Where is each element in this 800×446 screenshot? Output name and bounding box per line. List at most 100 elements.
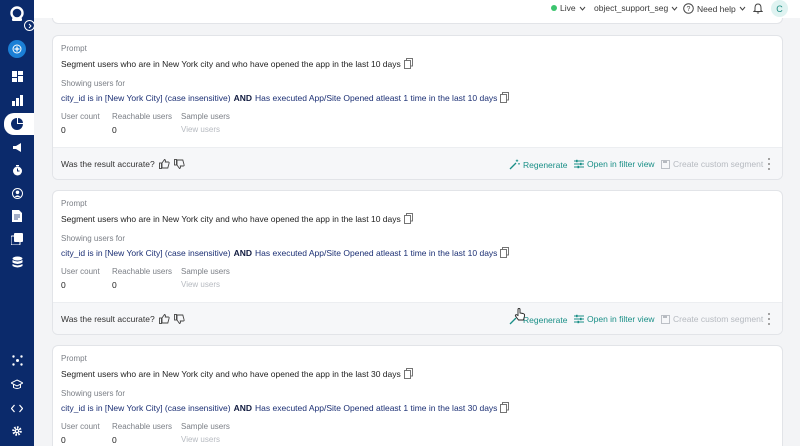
result-card: Prompt Segment users who are in New York… [52, 35, 783, 180]
result-card: Prompt Segment users who are in New York… [52, 190, 783, 335]
add-icon[interactable] [8, 40, 26, 58]
query-condition-1: city_id is in [New York City] (case inse… [61, 402, 231, 413]
query-operator: AND [233, 92, 253, 103]
copy-icon[interactable] [500, 402, 510, 413]
create-custom-segment-label: Create custom segment [673, 159, 764, 169]
dashboard-icon[interactable] [7, 66, 27, 86]
segments-icon[interactable] [7, 114, 27, 134]
card-footer: Was the result accurate? Regenerate Open… [53, 147, 782, 179]
reachable-users-value: 0 [112, 435, 117, 445]
prompt-text: Segment users who are in New York city a… [61, 368, 413, 379]
prompt-label: Prompt [61, 199, 87, 208]
feedback-label: Was the result accurate? [61, 159, 155, 169]
query-condition-2: Has executed App/Site Opened atleast 1 t… [255, 92, 498, 103]
result-card: Prompt Segment users who are in New York… [52, 345, 783, 446]
copy-icon[interactable] [500, 92, 510, 103]
help-icon: ? [683, 3, 694, 14]
filter-sliders-icon [574, 159, 584, 169]
query-condition-2: Has executed App/Site Opened atleast 1 t… [255, 402, 498, 413]
view-users-link[interactable]: View users [181, 125, 220, 134]
prompt-text: Segment users who are in New York city a… [61, 58, 413, 69]
developer-icon[interactable] [7, 398, 27, 418]
chevron-down-icon [671, 6, 678, 11]
card-footer: Was the result accurate? Regenerate Open… [53, 302, 782, 334]
prompt-value: Segment users who are in New York city a… [61, 368, 401, 379]
save-icon [661, 314, 670, 324]
segment-query: city_id is in [New York City] (case inse… [61, 92, 510, 103]
segment-query: city_id is in [New York City] (case inse… [61, 247, 510, 258]
prompt-label: Prompt [61, 354, 87, 363]
open-filter-view-button[interactable]: Open in filter view [574, 159, 655, 169]
copy-icon[interactable] [403, 368, 413, 379]
reachable-users-value: 0 [112, 280, 117, 290]
templates-icon[interactable] [7, 229, 27, 249]
prompt-value: Segment users who are in New York city a… [61, 213, 401, 224]
notifications-button[interactable] [753, 3, 763, 14]
sample-users-label: Sample users [181, 267, 230, 276]
sample-users-label: Sample users [181, 112, 230, 121]
feedback-question: Was the result accurate? [61, 314, 185, 324]
environment-label: Live [560, 3, 576, 13]
logo-icon[interactable] [9, 6, 25, 22]
regenerate-button[interactable]: Regenerate [509, 159, 567, 170]
chevron-down-icon [739, 6, 746, 11]
previous-card-edge [52, 18, 783, 24]
live-status-icon [551, 5, 557, 11]
thumbs-up-icon[interactable] [158, 314, 170, 324]
user-count-value: 0 [61, 280, 66, 290]
query-condition-1: city_id is in [New York City] (case inse… [61, 247, 231, 258]
more-options-icon[interactable] [766, 157, 772, 171]
open-filter-view-button[interactable]: Open in filter view [574, 314, 655, 324]
thumbs-up-icon[interactable] [158, 159, 170, 169]
showing-users-label: Showing users for [61, 389, 126, 398]
reachable-users-value: 0 [112, 125, 117, 135]
data-icon[interactable] [7, 252, 27, 272]
copy-icon[interactable] [403, 213, 413, 224]
user-count-value: 0 [61, 435, 66, 445]
thumbs-down-icon[interactable] [173, 159, 185, 169]
academy-icon[interactable] [7, 374, 27, 394]
integrations-icon[interactable] [7, 350, 27, 370]
open-filter-view-label: Open in filter view [587, 314, 655, 324]
help-label: Need help [697, 3, 736, 14]
showing-users-label: Showing users for [61, 79, 126, 88]
create-custom-segment-button[interactable]: Create custom segment [661, 314, 763, 324]
regenerate-label: Regenerate [523, 314, 568, 325]
query-operator: AND [233, 247, 253, 258]
flows-icon[interactable] [7, 160, 27, 180]
create-custom-segment-button[interactable]: Create custom segment [661, 159, 763, 169]
reports-icon[interactable] [7, 206, 27, 226]
reachable-users-label: Reachable users [112, 422, 173, 431]
showing-users-label: Showing users for [61, 234, 126, 243]
campaigns-icon[interactable] [7, 137, 27, 157]
hand-cursor-icon [514, 308, 526, 321]
regenerate-label: Regenerate [523, 159, 568, 170]
thumbs-down-icon[interactable] [173, 314, 185, 324]
help-menu[interactable]: ? Need help [683, 3, 746, 14]
users-icon[interactable] [7, 183, 27, 203]
app-selector-label: object_support_seg [594, 3, 669, 13]
copy-icon[interactable] [500, 247, 510, 258]
sample-users-label: Sample users [181, 422, 230, 431]
feedback-label: Was the result accurate? [61, 314, 155, 324]
magic-wand-icon [509, 159, 520, 170]
user-count-label: User count [61, 422, 100, 431]
more-options-icon[interactable] [766, 312, 772, 326]
create-custom-segment-label: Create custom segment [673, 314, 764, 324]
segment-query: city_id is in [New York City] (case inse… [61, 402, 510, 413]
query-operator: AND [233, 402, 253, 413]
open-filter-view-label: Open in filter view [587, 159, 655, 169]
analytics-icon[interactable] [7, 90, 27, 110]
feedback-question: Was the result accurate? [61, 159, 185, 169]
query-condition-2: Has executed App/Site Opened atleast 1 t… [255, 247, 498, 258]
settings-icon[interactable] [7, 421, 27, 441]
avatar[interactable]: C [771, 0, 788, 17]
user-count-value: 0 [61, 125, 66, 135]
view-users-link[interactable]: View users [181, 280, 220, 289]
app-selector[interactable]: object_support_seg [594, 3, 678, 13]
copy-icon[interactable] [403, 58, 413, 69]
view-users-link[interactable]: View users [181, 435, 220, 444]
chevron-down-icon [579, 6, 585, 11]
environment-selector[interactable]: Live [551, 3, 586, 13]
bell-icon [753, 3, 763, 14]
